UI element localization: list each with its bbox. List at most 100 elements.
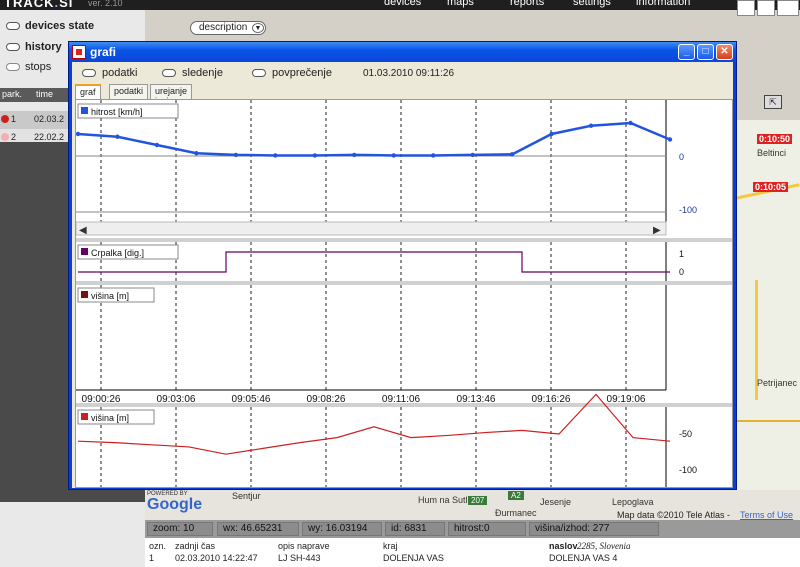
speed-legend: hitrost [km/h]	[91, 107, 143, 117]
radio-pill-icon	[6, 43, 20, 51]
col-header: opis naprave	[278, 541, 330, 551]
cell: DOLENJA VAS	[383, 553, 444, 563]
speed-point	[233, 152, 239, 158]
minimize-icon[interactable]: _	[678, 44, 695, 60]
radio-pill-icon	[6, 22, 20, 30]
cell: LJ SH-443	[278, 553, 321, 563]
window-titlebar[interactable]: grafi _ □ ✕	[69, 42, 736, 62]
app-minimize-button[interactable]	[737, 0, 755, 16]
legend-swatch	[81, 107, 88, 114]
radio-povprecenje[interactable]: povprečenje	[252, 67, 332, 79]
speed-point	[588, 123, 594, 128]
y-tick-label: 0	[679, 267, 684, 277]
graph-panel: 0 -100 hitrost [km/h] ◀ ▶ 1 0 Crpalka [dig.]…	[75, 99, 733, 488]
y-tick-label: 1	[679, 249, 684, 259]
fullscreen-icon[interactable]: ⇱	[764, 95, 782, 109]
map-attribution: Map data ©2010 Tele Atlas -	[617, 510, 731, 520]
speed-point	[470, 152, 475, 158]
map-town-label: Sentjur	[232, 491, 261, 501]
col-header: zadnji čas	[175, 541, 216, 551]
app-close-button[interactable]	[777, 0, 799, 16]
map-town-label: Đurmanec	[495, 508, 537, 518]
radio-pill-icon	[252, 69, 266, 77]
radio-podatki[interactable]: podatki	[82, 67, 137, 79]
chevron-down-icon: ▼	[252, 23, 264, 33]
view-options: podatki sledenje povprečenje 01.03.2010 …	[72, 62, 733, 84]
scroll-left-icon[interactable]: ◀	[79, 225, 87, 236]
speed-readout: hitrost:0	[448, 522, 526, 536]
map-town-label: Beltinci	[757, 148, 787, 158]
cell: 02.03.2010 14:22:47	[175, 553, 258, 563]
terms-link[interactable]: Terms of Use	[740, 510, 793, 520]
cell: DOLENJA VAS 4	[549, 553, 618, 563]
current-datetime: 01.03.2010 09:11:26	[363, 68, 455, 79]
nav-devices[interactable]: devices	[384, 0, 421, 8]
speed-point	[509, 152, 515, 157]
map-town-label: Lepoglava	[612, 497, 654, 507]
col-header: ozn.	[149, 541, 167, 551]
grafi-window: grafi _ □ ✕ podatki sledenje povprečenje…	[68, 41, 737, 490]
road-shield: 207	[468, 496, 488, 505]
nav-information[interactable]: information	[636, 0, 690, 8]
height-readout: višina/izhod: 277	[529, 522, 659, 536]
tab-graf[interactable]: graf	[75, 84, 101, 100]
address-extra: 2285, Slovenia	[577, 541, 631, 551]
speed-point	[194, 151, 199, 156]
status-led-icon	[1, 115, 9, 123]
stops-option[interactable]: stops	[6, 61, 51, 73]
status-led-icon	[1, 133, 9, 141]
chart-scrollbar[interactable]	[75, 221, 667, 236]
description-select[interactable]: description ▼	[190, 21, 266, 35]
app-topbar: TRACK.SI ver. 2.10 devices maps reports …	[0, 0, 800, 10]
app-logo: TRACK.SI	[4, 0, 74, 10]
col-header: naslov	[549, 541, 578, 551]
height-chart: -50 -100 višina [m]	[77, 393, 697, 487]
history-option[interactable]: history	[6, 41, 62, 53]
wy-readout: wy: 16.03194	[302, 522, 382, 536]
radio-sledenje[interactable]: sledenje	[162, 67, 223, 79]
nav-maps[interactable]: maps	[447, 0, 474, 8]
speed-point	[312, 153, 317, 158]
radio-pill-icon	[162, 69, 176, 77]
map-view[interactable]: 0:10:50 Beltinci 0:10:05 Petrijanec	[735, 120, 800, 520]
app-version: ver. 2.10	[88, 0, 123, 8]
legend-swatch	[81, 413, 88, 420]
pump-legend: Crpalka [dig.]	[91, 248, 144, 258]
nav-reports[interactable]: reports	[510, 0, 544, 8]
map-marker[interactable]: 0:10:05	[753, 182, 789, 192]
radio-pill-icon	[82, 69, 96, 77]
google-logo[interactable]: Google	[147, 496, 202, 514]
nav-settings[interactable]: settings	[573, 0, 611, 8]
map-town-label: Hum na Sutli	[418, 495, 470, 505]
maximize-icon[interactable]: □	[697, 44, 714, 60]
devices-state-option[interactable]: devices state	[6, 20, 94, 32]
map-marker[interactable]: 0:10:50	[757, 134, 793, 144]
cell: 1	[149, 553, 155, 563]
id-readout: id: 6831	[385, 522, 445, 536]
height-legend: višina [m]	[91, 413, 129, 423]
window-title: grafi	[90, 45, 117, 59]
y-tick-label: -100	[679, 205, 697, 215]
map-town-label: Jesenje	[540, 497, 572, 507]
window-body: podatki sledenje povprečenje 01.03.2010 …	[72, 62, 733, 488]
app-maximize-button[interactable]	[757, 0, 775, 16]
speed-point	[115, 134, 120, 139]
height-legend-top: višina [m]	[91, 291, 129, 301]
y-tick-label: -50	[679, 429, 692, 439]
legend-swatch	[81, 291, 88, 298]
speed-point	[273, 153, 278, 158]
road-shield: A2	[508, 491, 524, 500]
speed-point	[391, 153, 396, 158]
close-icon[interactable]: ✕	[716, 44, 733, 60]
col-header: kraj	[383, 541, 398, 551]
speed-point	[628, 120, 633, 126]
status-bar: zoom: 10 wx: 46.65231 wy: 16.03194 id: 6…	[145, 520, 800, 538]
graph-svg: 0 -100 hitrost [km/h] ◀ ▶ 1 0 Crpalka [dig.]…	[75, 100, 732, 487]
scroll-right-icon[interactable]: ▶	[653, 225, 661, 236]
tab-urejanje-izpisov[interactable]: urejanje izpisov	[150, 84, 193, 106]
speed-point	[352, 152, 357, 158]
tab-podatki[interactable]: podatki	[109, 84, 149, 99]
speed-point	[667, 137, 673, 142]
height-chart-empty: višina [m]	[76, 285, 667, 391]
radio-pill-icon	[6, 63, 20, 71]
